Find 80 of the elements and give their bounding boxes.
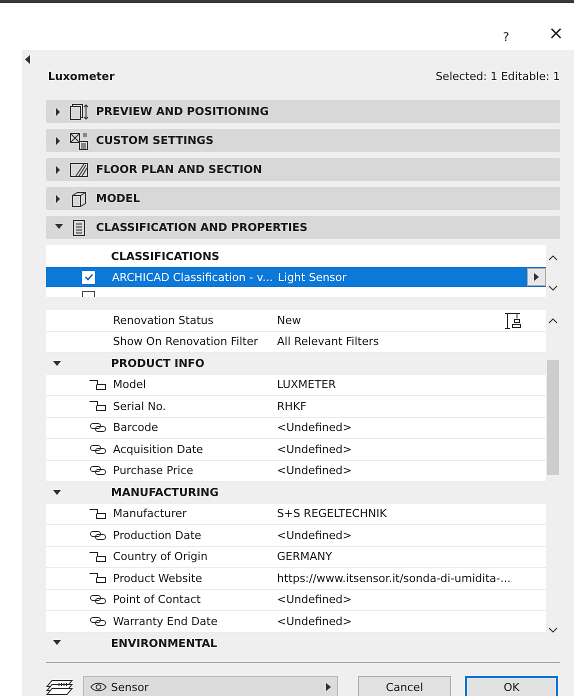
collapsed-arrow-icon [55, 166, 63, 174]
property-value: <Undefined> [277, 464, 352, 478]
link-icon [89, 530, 107, 541]
property-value: All Relevant Filters [277, 335, 379, 348]
collapsed-arrow-icon [55, 136, 63, 144]
property-name: Acquisition Date [113, 442, 204, 456]
expanded-arrow-icon [53, 639, 61, 648]
step-icon [88, 572, 107, 584]
property-name: Manufacturer [113, 507, 188, 520]
property-value: <Undefined> [277, 421, 352, 434]
property-value: <Undefined> [277, 442, 352, 456]
property-value: S+S REGELTECHNIK [277, 507, 387, 520]
property-value: https://www.itsensor.it/sonda-di-umidita-... [277, 572, 511, 585]
link-icon [89, 594, 107, 606]
collapsed-arrow-icon [55, 108, 63, 116]
expanded-arrow-icon [53, 488, 61, 497]
step-icon [88, 550, 107, 563]
classification-value: Light Sensor [278, 270, 347, 284]
property-name: Purchase Price [113, 464, 194, 478]
collapse-arrow-icon[interactable] [25, 55, 31, 64]
link-icon [89, 422, 107, 434]
layer-dropdown[interactable]: Sensor [83, 676, 338, 696]
property-value: GERMANY [277, 550, 332, 564]
property-value: LUXMETER [277, 378, 336, 392]
panel-title: Luxometer [48, 70, 115, 82]
classification-name: ARCHICAD Classification - v... [112, 270, 273, 284]
section-icon [69, 132, 89, 150]
section-header[interactable]: CLASSIFICATION AND PROPERTIES [46, 216, 560, 239]
scrollbar-thumb[interactable] [547, 360, 559, 475]
collapsed-arrow-icon [55, 194, 63, 202]
selection-info: Selected: 1 Editable: 1 [436, 70, 560, 82]
property-name: Production Date [113, 528, 202, 542]
section-header[interactable]: CUSTOM SETTINGS [46, 129, 560, 152]
scroll-down-icon[interactable] [548, 285, 558, 291]
section-header[interactable]: MODEL [46, 187, 560, 210]
arrow-icon [326, 683, 331, 691]
property-value: <Undefined> [277, 614, 352, 628]
step-icon [88, 378, 107, 391]
help-button[interactable]: ? [496, 28, 516, 46]
scroll-up-icon[interactable] [548, 318, 558, 324]
property-name: Warranty End Date [113, 614, 218, 628]
link-icon [89, 616, 107, 627]
step-icon [88, 508, 107, 520]
layers-icon[interactable] [46, 678, 73, 696]
dialog-button[interactable]: OK [465, 676, 558, 696]
section-header[interactable]: FLOOR PLAN AND SECTION [46, 158, 560, 181]
expand-button[interactable] [527, 268, 546, 286]
property-value: <Undefined> [277, 593, 352, 606]
property-name: Serial No. [113, 400, 167, 413]
property-name: Country of Origin [113, 550, 209, 564]
section-header[interactable]: PREVIEW AND POSITIONING [46, 100, 560, 123]
property-name: Product Website [113, 572, 204, 585]
section-icon [69, 190, 89, 208]
property-name: Point of Contact [113, 593, 202, 606]
section-icon [69, 102, 89, 120]
arrow-icon [534, 273, 539, 281]
scroll-down-icon[interactable] [548, 627, 558, 633]
property-name: Show On Renovation Filter [113, 335, 259, 348]
scroll-up-icon[interactable] [548, 255, 558, 261]
group-row[interactable]: MANUFACTURING [46, 482, 546, 504]
property-value: New [277, 314, 301, 327]
eye-icon [90, 682, 107, 692]
property-name: Barcode [113, 421, 160, 434]
group-row[interactable]: ENVIRONMENTAL [46, 632, 546, 654]
property-name: Model [113, 378, 148, 392]
link-icon [89, 465, 107, 476]
crane-icon[interactable] [504, 312, 522, 330]
close-button[interactable]: × [546, 25, 566, 43]
expanded-arrow-icon [53, 360, 61, 368]
section-icon [69, 160, 89, 178]
step-icon [88, 400, 107, 412]
list-heading: CLASSIFICATIONS [110, 249, 220, 265]
property-name: Renovation Status [113, 314, 214, 327]
property-value: RHKF [277, 400, 306, 413]
group-row[interactable]: PRODUCT INFO [46, 353, 546, 374]
link-icon [89, 444, 107, 455]
property-value: <Undefined> [277, 528, 352, 542]
dialog-button[interactable]: Cancel [358, 676, 451, 696]
classification-row[interactable]: ARCHICAD Classification - v... Light Sensor [46, 267, 546, 287]
expanded-arrow-icon [55, 224, 63, 232]
